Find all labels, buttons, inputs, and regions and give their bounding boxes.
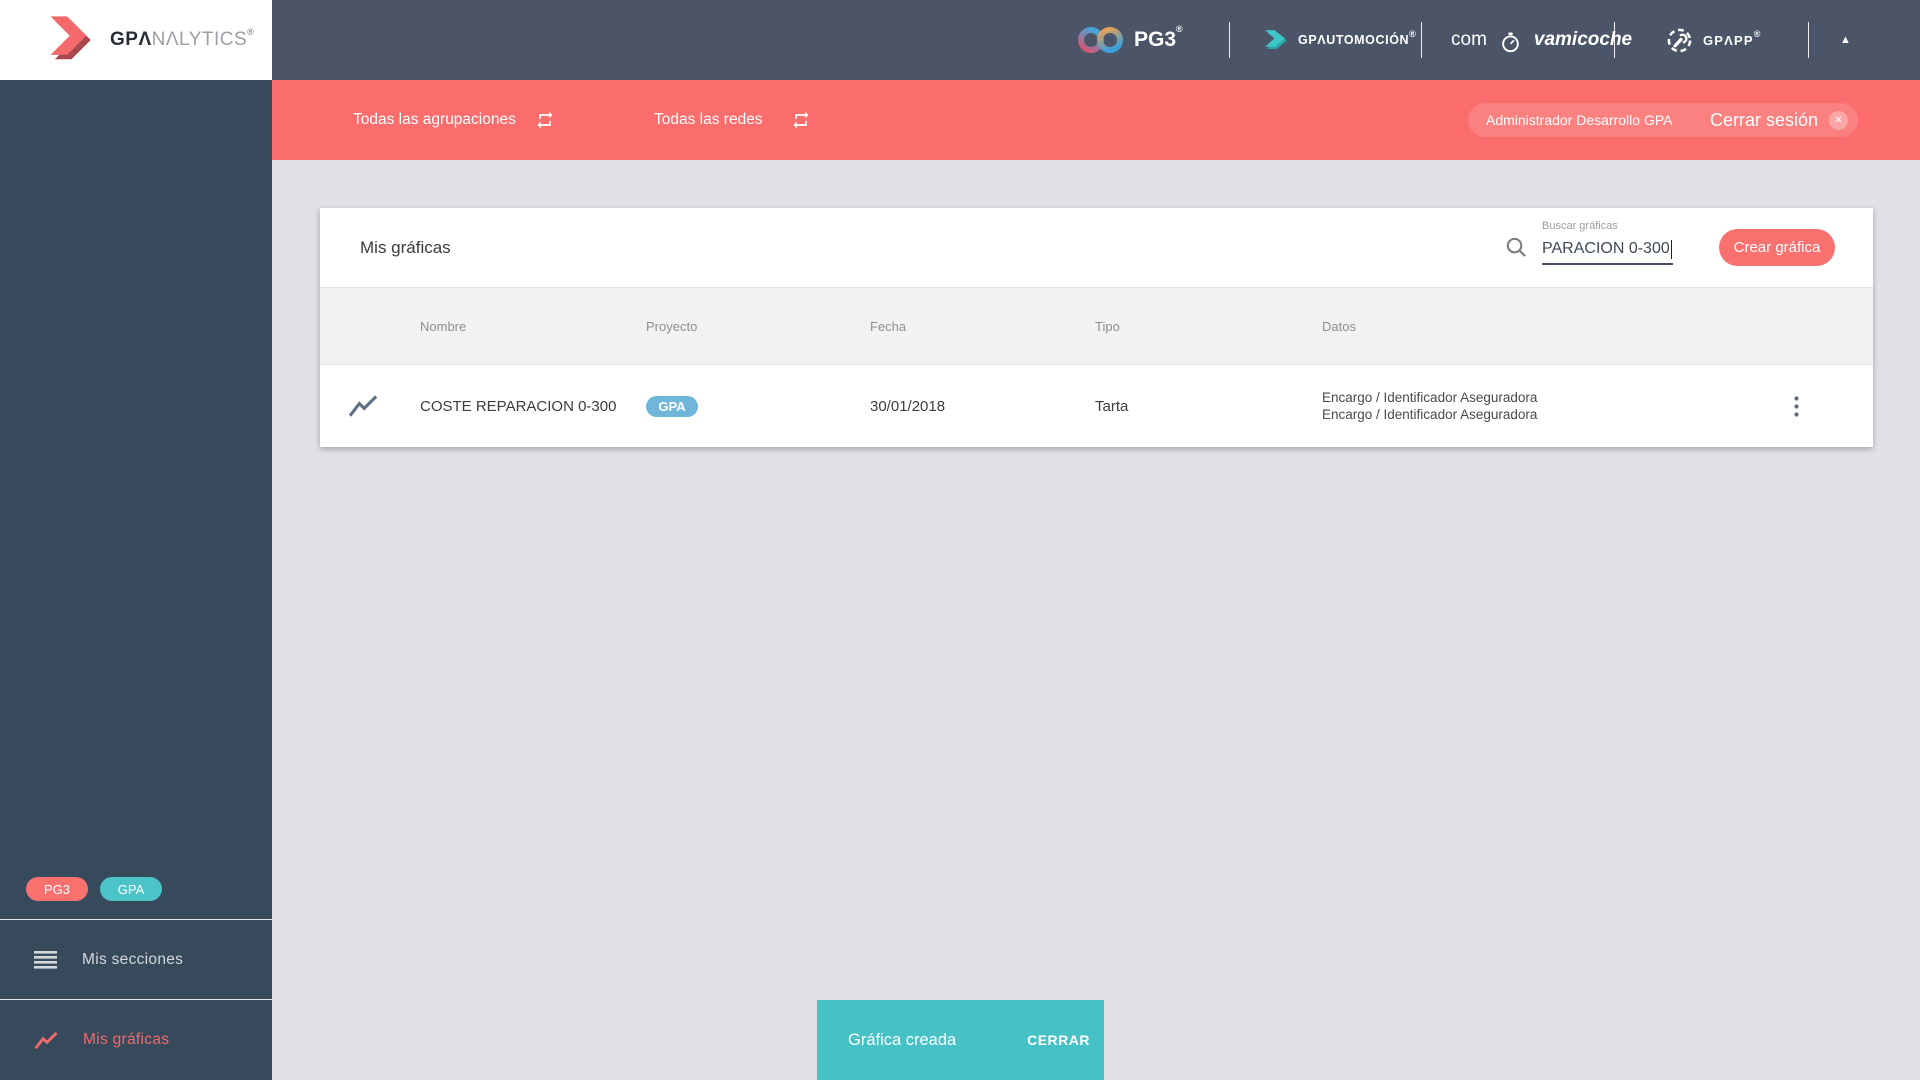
gpapp-label: GPΛPP® <box>1703 28 1762 48</box>
project-badge: GPA <box>646 395 698 417</box>
comprovamicoche-logo[interactable]: com vamicoche <box>1451 0 1632 80</box>
badge-gpa[interactable]: GPA <box>100 877 162 901</box>
gpautomocion-arrow-icon <box>1265 29 1287 49</box>
search-underline <box>1542 263 1673 265</box>
topbar-separator <box>1808 22 1809 58</box>
filter-redes[interactable]: Todas las redes <box>654 80 763 160</box>
collapse-button[interactable]: ▲ <box>1840 0 1851 80</box>
col-header-fecha: Fecha <box>870 318 907 334</box>
kebab-menu-icon <box>1793 395 1799 417</box>
comprovamicoche-pre: com <box>1451 29 1487 50</box>
snackbar-message: Gráfica creada <box>848 1030 957 1049</box>
sidebar-item-secciones[interactable]: Mis secciones <box>0 920 272 999</box>
gpa-arrow-icon <box>50 16 91 60</box>
pg3-infinity-icon <box>1078 27 1123 53</box>
page-title: Mis gráficas <box>360 237 451 257</box>
sections-icon <box>34 950 57 969</box>
sidebar-badges: PG3 GPA <box>26 877 162 901</box>
chart-icon <box>34 1031 58 1049</box>
filter-agrupaciones[interactable]: Todas las agrupaciones <box>353 80 516 160</box>
search-label: Buscar gráficas <box>1542 220 1618 232</box>
comprovamicoche-post: vamicoche <box>1533 29 1633 50</box>
badge-pg3[interactable]: PG3 <box>26 877 88 901</box>
collapse-arrow-icon: ▲ <box>1840 34 1851 46</box>
gpapp-logo[interactable]: GPΛPP® <box>1666 0 1762 80</box>
logout-x-icon: ✕ <box>1829 110 1848 130</box>
stopwatch-icon <box>1502 31 1519 52</box>
col-header-datos: Datos <box>1322 318 1356 334</box>
brand-text: GPΛNΛLYTICS® <box>110 27 255 50</box>
row-menu-button[interactable] <box>1776 365 1816 447</box>
card-header: Mis gráficas Buscar gráficas PARACION 0-… <box>320 208 1873 287</box>
col-header-nombre: Nombre <box>420 318 467 334</box>
gauge-wrench-icon <box>1667 28 1692 52</box>
search-icon[interactable] <box>1505 236 1528 259</box>
topbar-separator <box>1229 22 1230 58</box>
table-header: Nombre Proyecto Fecha Tipo Datos <box>320 287 1873 365</box>
charts-card: Mis gráficas Buscar gráficas PARACION 0-… <box>320 208 1873 447</box>
gpautomocion-label: GPΛUTOMOCIÓN® <box>1298 29 1417 47</box>
search-input[interactable]: Buscar gráficas PARACION 0-300 <box>1542 220 1673 265</box>
topbar-separator <box>1614 22 1615 58</box>
search-value: PARACION 0-300 <box>1542 240 1670 257</box>
gpa-analytics-logo[interactable]: GPΛNΛLYTICS® <box>0 0 272 80</box>
sidebar: PG3 GPA Mis secciones Mis gráficas <box>0 80 272 1080</box>
top-bar: PG3® GPΛUTOMOCIÓN® com vamicoche GPΛPP® … <box>0 0 1920 80</box>
filter-bar: Todas las agrupaciones Todas las redes A… <box>272 80 1920 160</box>
user-session-pill: Administrador Desarrollo GPA Cerrar sesi… <box>1468 103 1858 137</box>
row-chart-icon <box>348 395 378 417</box>
user-name: Administrador Desarrollo GPA <box>1486 112 1673 128</box>
col-header-proyecto: Proyecto <box>646 318 698 334</box>
snackbar: Gráfica creada CERRAR <box>817 1000 1104 1080</box>
pg3-logo[interactable]: PG3® <box>1078 0 1183 80</box>
cell-nombre: COSTE REPARACION 0-300 <box>420 397 617 415</box>
swap-agrupaciones-icon[interactable] <box>534 110 556 130</box>
logout-button[interactable]: Cerrar sesión ✕ <box>1710 110 1848 131</box>
col-header-tipo: Tipo <box>1095 318 1120 334</box>
cell-tipo: Tarta <box>1095 397 1129 415</box>
snackbar-close-button[interactable]: CERRAR <box>1027 1032 1090 1048</box>
create-chart-button[interactable]: Crear gráfica <box>1719 229 1835 266</box>
sidebar-item-graficas[interactable]: Mis gráficas <box>0 1000 272 1080</box>
topbar-separator <box>1421 22 1422 58</box>
gpautomocion-logo[interactable]: GPΛUTOMOCIÓN® <box>1263 0 1416 80</box>
cell-datos: Encargo / Identificador Aseguradora Enca… <box>1322 390 1538 422</box>
text-caret <box>1670 239 1673 259</box>
pg3-label: PG3® <box>1134 24 1183 51</box>
table-row[interactable]: COSTE REPARACION 0-300 GPA 30/01/2018 Ta… <box>320 365 1873 447</box>
main-content: Mis gráficas Buscar gráficas PARACION 0-… <box>272 160 1920 1080</box>
cell-fecha: 30/01/2018 <box>870 397 946 415</box>
swap-redes-icon[interactable] <box>790 110 812 130</box>
